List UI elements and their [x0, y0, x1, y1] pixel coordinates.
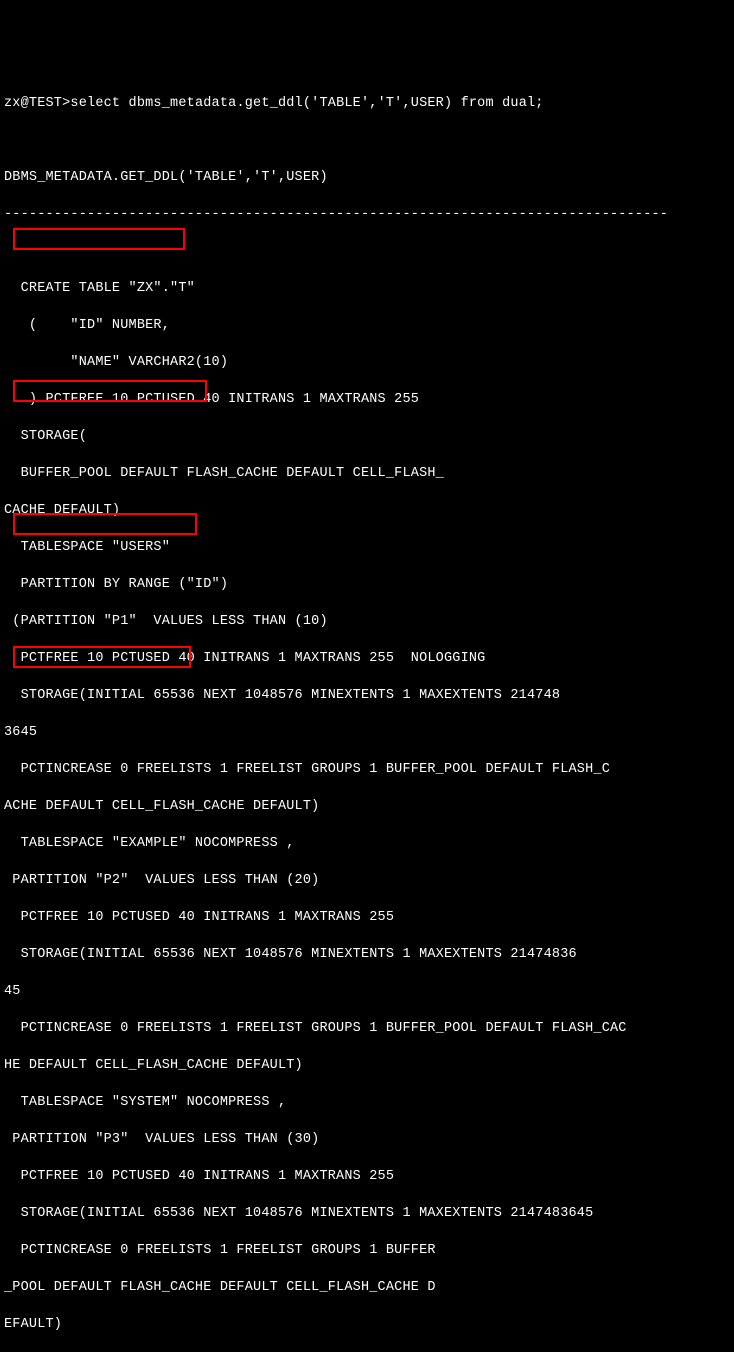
ddl-line: PCTINCREASE 0 FREELISTS 1 FREELIST GROUP…	[4, 1242, 730, 1261]
ddl-line: ACHE DEFAULT CELL_FLASH_CACHE DEFAULT)	[4, 798, 730, 817]
ddl-line: CACHE DEFAULT)	[4, 502, 730, 521]
ddl-line: PCTFREE 10 PCTUSED 40 INITRANS 1 MAXTRAN…	[4, 909, 730, 928]
ddl-line-tablespace-system: TABLESPACE "SYSTEM" NOCOMPRESS ,	[4, 1094, 730, 1113]
ddl-line: STORAGE(INITIAL 65536 NEXT 1048576 MINEX…	[4, 687, 730, 706]
ddl-line: 3645	[4, 724, 730, 743]
ddl-line: STORAGE(INITIAL 65536 NEXT 1048576 MINEX…	[4, 946, 730, 965]
ddl-line: _POOL DEFAULT FLASH_CACHE DEFAULT CELL_F…	[4, 1279, 730, 1298]
ddl-line: PCTINCREASE 0 FREELISTS 1 FREELIST GROUP…	[4, 761, 730, 780]
ddl-line: PCTFREE 10 PCTUSED 40 INITRANS 1 MAXTRAN…	[4, 650, 730, 669]
ddl-line: ) PCTFREE 10 PCTUSED 40 INITRANS 1 MAXTR…	[4, 391, 730, 410]
ddl-line: PARTITION "P2" VALUES LESS THAN (20)	[4, 872, 730, 891]
ddl-line: 45	[4, 983, 730, 1002]
ddl-line: HE DEFAULT CELL_FLASH_CACHE DEFAULT)	[4, 1057, 730, 1076]
ddl-line-tablespace-example: TABLESPACE "EXAMPLE" NOCOMPRESS ,	[4, 835, 730, 854]
ddl-line: STORAGE(	[4, 428, 730, 447]
ddl-line: CREATE TABLE "ZX"."T"	[4, 280, 730, 299]
sql-prompt-line: zx@TEST>select dbms_metadata.get_ddl('TA…	[4, 95, 730, 114]
ddl-line: PARTITION "P3" VALUES LESS THAN (30)	[4, 1131, 730, 1150]
ddl-line: STORAGE(INITIAL 65536 NEXT 1048576 MINEX…	[4, 1205, 730, 1224]
sql-command: select dbms_metadata.get_ddl('TABLE','T'…	[70, 96, 543, 111]
ddl-line-tablespace-users: TABLESPACE "USERS"	[4, 539, 730, 558]
ddl-line: ( "ID" NUMBER,	[4, 317, 730, 336]
ddl-line: PARTITION BY RANGE ("ID")	[4, 576, 730, 595]
blank-line	[4, 243, 730, 262]
ddl-line: EFAULT)	[4, 1316, 730, 1335]
ddl-line: PCTFREE 10 PCTUSED 40 INITRANS 1 MAXTRAN…	[4, 1168, 730, 1187]
ddl-line: BUFFER_POOL DEFAULT FLASH_CACHE DEFAULT …	[4, 465, 730, 484]
result-header: DBMS_METADATA.GET_DDL('TABLE','T',USER)	[4, 169, 730, 188]
separator-line: ----------------------------------------…	[4, 206, 730, 225]
terminal-output: zx@TEST>select dbms_metadata.get_ddl('TA…	[0, 74, 734, 1352]
blank-line	[4, 132, 730, 151]
sql-prompt: zx@TEST>	[4, 96, 70, 111]
ddl-line: (PARTITION "P1" VALUES LESS THAN (10)	[4, 613, 730, 632]
ddl-line: PCTINCREASE 0 FREELISTS 1 FREELIST GROUP…	[4, 1020, 730, 1039]
ddl-line: "NAME" VARCHAR2(10)	[4, 354, 730, 373]
